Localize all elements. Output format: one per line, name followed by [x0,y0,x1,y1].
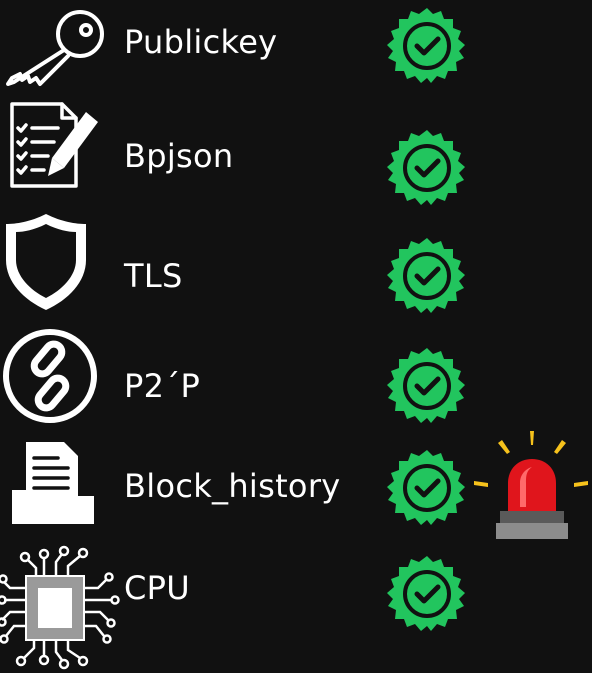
item-row-p2p: P2´P [0,326,592,436]
shield-icon [0,208,110,318]
item-row-tls: TLS [0,208,592,318]
item-row-publickey: Publickey [0,0,592,110]
check-badge-icon [386,128,468,210]
check-badge-icon [386,6,468,88]
check-badge-icon [386,236,468,318]
item-label: Bpjson [124,137,234,175]
item-label: TLS [124,257,183,295]
check-badge-icon [386,448,468,530]
cpu-chip-icon [0,540,120,670]
checklist-document-icon [0,98,110,208]
item-label: CPU [124,569,190,607]
item-row-cpu: CPU [0,540,592,670]
item-label: P2´P [124,367,201,405]
item-row-bpjson: Bpjson [0,98,592,208]
item-label: Publickey [124,23,278,61]
link-icon [0,326,110,436]
siren-alarm-icon [470,425,592,545]
check-badge-icon [386,554,468,636]
check-badge-icon [386,346,468,428]
folder-document-icon [0,438,110,548]
item-label: Block_history [124,467,341,505]
